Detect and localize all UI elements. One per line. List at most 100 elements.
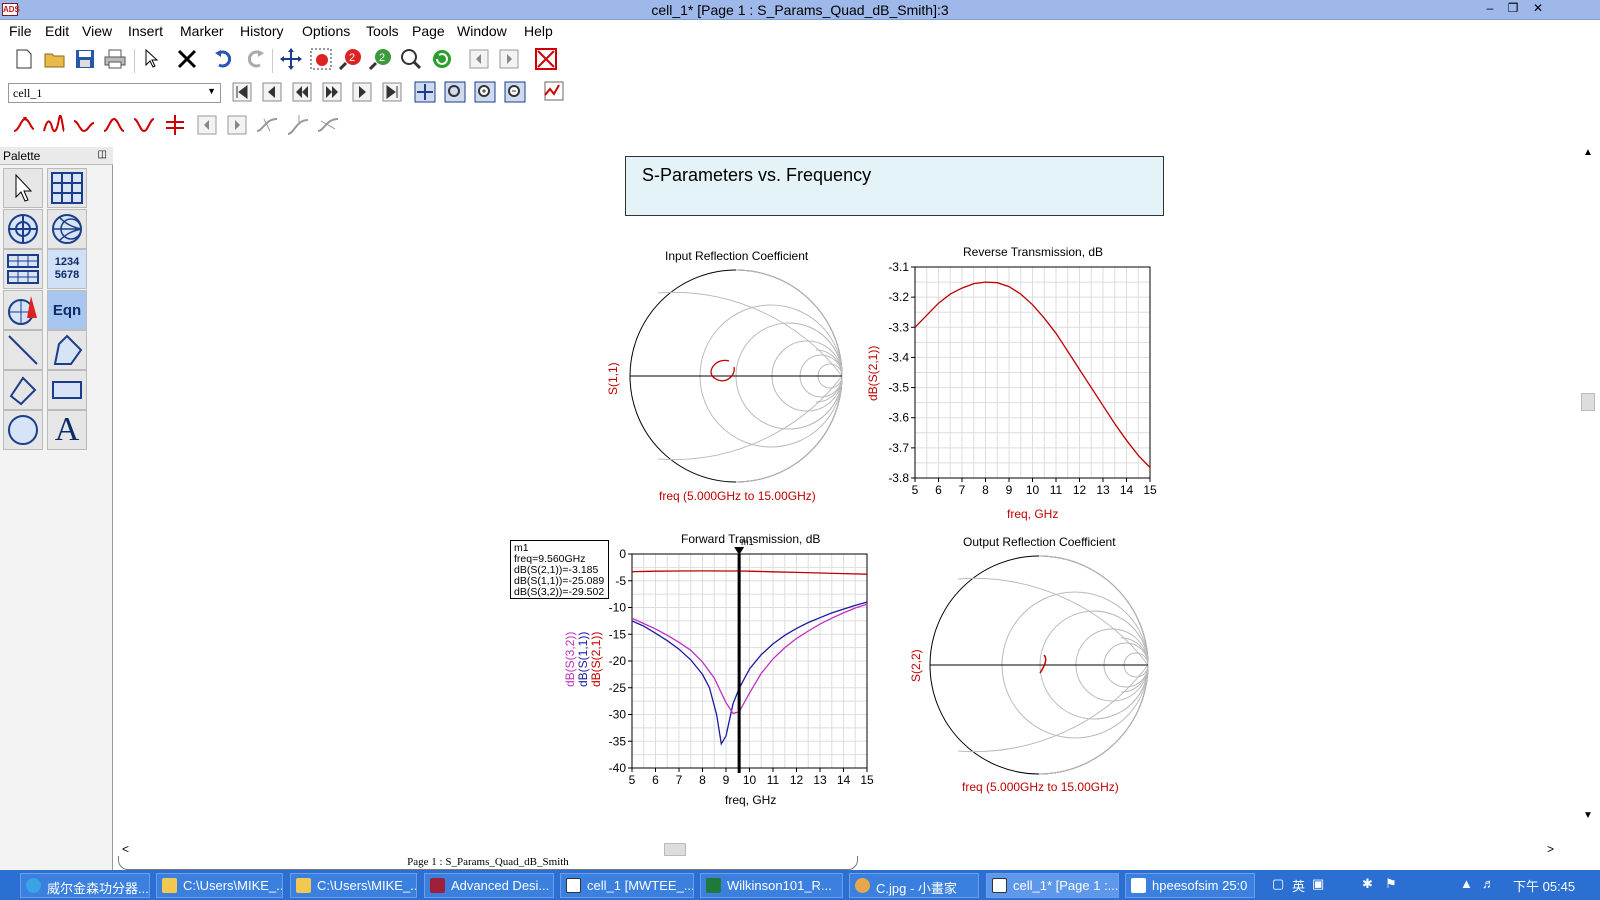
marker-slope-icon[interactable]: [316, 113, 340, 137]
menu-tools[interactable]: Tools: [366, 23, 399, 39]
zoom-out-2x-icon[interactable]: 2: [369, 47, 393, 71]
marker-next-icon[interactable]: [225, 113, 249, 137]
tray-flag-icon[interactable]: ⚑: [1385, 876, 1397, 892]
task-item[interactable]: 威尔金森功分器...: [20, 873, 150, 898]
palette-circle-icon[interactable]: [3, 410, 43, 450]
forward-transmission-plot[interactable]: 5 6 7 8 9 10 11 12 13 14 15 0 -5 -10 -15 -20 -25 -30 -35 -4…: [609, 537, 874, 787]
reverse-transmission-plot[interactable]: 5 6 7 8 9 10 11 12 13 14 15 -3.1 -3.2 -3.3 -3.4 -3.5 -3.…: [888, 260, 1157, 497]
marker-prev-icon[interactable]: [195, 113, 219, 137]
input-language[interactable]: 英: [1292, 876, 1305, 895]
scroll-left-icon[interactable]: <: [122, 842, 129, 856]
open-folder-icon[interactable]: [43, 47, 67, 71]
marker-readout[interactable]: m1 freq=9.560GHz dB(S(2,1))=-3.185 dB(S(…: [510, 540, 609, 599]
last-icon[interactable]: [380, 80, 404, 104]
task-item-active[interactable]: cell_1* [Page 1 :...: [986, 873, 1119, 898]
task-item[interactable]: C:\Users\MIKE_...: [290, 873, 417, 898]
zoom-in-2x-icon[interactable]: 2: [339, 47, 363, 71]
palette-polyline-icon[interactable]: [3, 370, 43, 410]
cell-select[interactable]: cell_1 ▼: [8, 83, 221, 103]
horizontal-scroll-thumb[interactable]: [664, 843, 686, 856]
network-icon[interactable]: ▲: [1460, 876, 1473, 891]
task-item[interactable]: hpeesofsim 25:0: [1125, 873, 1255, 898]
task-item[interactable]: C.jpg - 小畫家: [849, 873, 979, 898]
smith-chart-s11[interactable]: [629, 269, 843, 483]
vertical-scroll-thumb[interactable]: [1581, 393, 1595, 411]
refresh-icon[interactable]: [430, 47, 454, 71]
restore-button[interactable]: ❐: [1503, 1, 1523, 15]
step-forward-icon[interactable]: [350, 80, 374, 104]
zoom-in-icon[interactable]: [473, 80, 497, 104]
task-item[interactable]: Advanced Desi...: [424, 873, 554, 898]
palette-rectangular-plot-icon[interactable]: [47, 168, 87, 208]
close-button[interactable]: ✕: [1528, 1, 1548, 15]
smith-chart-s22[interactable]: [929, 555, 1149, 775]
menu-marker[interactable]: Marker: [180, 23, 224, 39]
move-icon[interactable]: [279, 47, 303, 71]
page-tab[interactable]: Page 1 : S_Params_Quad_dB_Smith: [118, 856, 858, 870]
palette-antenna-plot-icon[interactable]: [3, 290, 43, 330]
menu-view[interactable]: View: [82, 23, 112, 39]
volume-icon[interactable]: ♬: [1482, 876, 1495, 891]
marker-min-icon[interactable]: [72, 113, 96, 137]
palette-rectangle-icon[interactable]: [47, 370, 87, 410]
palette-polygon-icon[interactable]: [47, 330, 87, 370]
task-item[interactable]: cell_1 [MWTEE_...: [560, 873, 694, 898]
zoom-area-icon[interactable]: [309, 47, 333, 71]
marker-move-icon[interactable]: [286, 113, 310, 137]
marker-valley-icon[interactable]: [132, 113, 156, 137]
menu-help[interactable]: Help: [524, 23, 553, 39]
marker-trace-icon[interactable]: [255, 113, 279, 137]
vertical-scrollbar[interactable]: ▲ ▼: [1578, 147, 1600, 842]
redo-icon[interactable]: [243, 47, 267, 71]
tray-window-icon[interactable]: ▣: [1312, 876, 1324, 892]
scroll-right-icon[interactable]: >: [1547, 842, 1554, 856]
fit-all-icon[interactable]: [413, 80, 437, 104]
task-item[interactable]: C:\Users\MIKE_...: [156, 873, 283, 898]
marker-delta-icon[interactable]: [42, 113, 66, 137]
palette-equation-icon[interactable]: Eqn: [47, 290, 87, 330]
palette-stack-plot-icon[interactable]: [3, 249, 43, 289]
task-item[interactable]: Wilkinson101_R...: [700, 873, 843, 898]
palette-line-icon[interactable]: [3, 330, 43, 370]
menu-edit[interactable]: Edit: [45, 23, 69, 39]
fast-forward-icon[interactable]: [320, 80, 344, 104]
delete-icon[interactable]: [175, 47, 199, 71]
step-back-icon[interactable]: [260, 80, 284, 104]
scroll-down-icon[interactable]: ▼: [1583, 810, 1593, 821]
menu-file[interactable]: File: [9, 23, 32, 39]
close-window-icon[interactable]: [534, 47, 558, 71]
prev-view-icon[interactable]: [467, 47, 491, 71]
palette-smith-chart-icon[interactable]: [47, 209, 87, 249]
undo-icon[interactable]: [212, 47, 236, 71]
palette-list-icon[interactable]: 1234 5678: [47, 249, 87, 289]
marker-max-icon[interactable]: [102, 113, 126, 137]
menu-options[interactable]: Options: [302, 23, 350, 39]
rewind-icon[interactable]: [290, 80, 314, 104]
palette-polar-plot-icon[interactable]: [3, 209, 43, 249]
menu-insert[interactable]: Insert: [128, 23, 163, 39]
palette-text-icon[interactable]: A: [47, 410, 87, 450]
bluetooth-icon[interactable]: ✱: [1362, 876, 1373, 892]
first-icon[interactable]: [230, 80, 254, 104]
print-icon[interactable]: [103, 47, 127, 71]
select-pointer-icon[interactable]: [140, 47, 164, 71]
scroll-up-icon[interactable]: ▲: [1583, 147, 1593, 158]
palette-float-icon[interactable]: ◫: [98, 149, 107, 160]
menu-page[interactable]: Page: [412, 23, 445, 39]
menu-window[interactable]: Window: [457, 23, 507, 39]
clock[interactable]: 下午 05:45: [1513, 876, 1575, 895]
tray-monitor-icon[interactable]: ▢: [1272, 876, 1284, 892]
zoom-view-icon[interactable]: [399, 47, 423, 71]
palette-pointer-icon[interactable]: [3, 168, 43, 208]
zoom-out-icon[interactable]: [503, 80, 527, 104]
save-icon[interactable]: [73, 47, 97, 71]
plot-options-icon[interactable]: [541, 80, 565, 104]
marker-line-icon[interactable]: [163, 113, 187, 137]
data-display-canvas[interactable]: S-Parameters vs. Frequency 5 6 7 8 9 10 …: [118, 147, 1578, 842]
next-view-icon[interactable]: [497, 47, 521, 71]
new-file-icon[interactable]: [12, 47, 36, 71]
zoom-fit-icon[interactable]: [443, 80, 467, 104]
minimize-button[interactable]: –: [1480, 1, 1500, 15]
menu-history[interactable]: History: [240, 23, 284, 39]
marker-normal-icon[interactable]: [12, 113, 36, 137]
